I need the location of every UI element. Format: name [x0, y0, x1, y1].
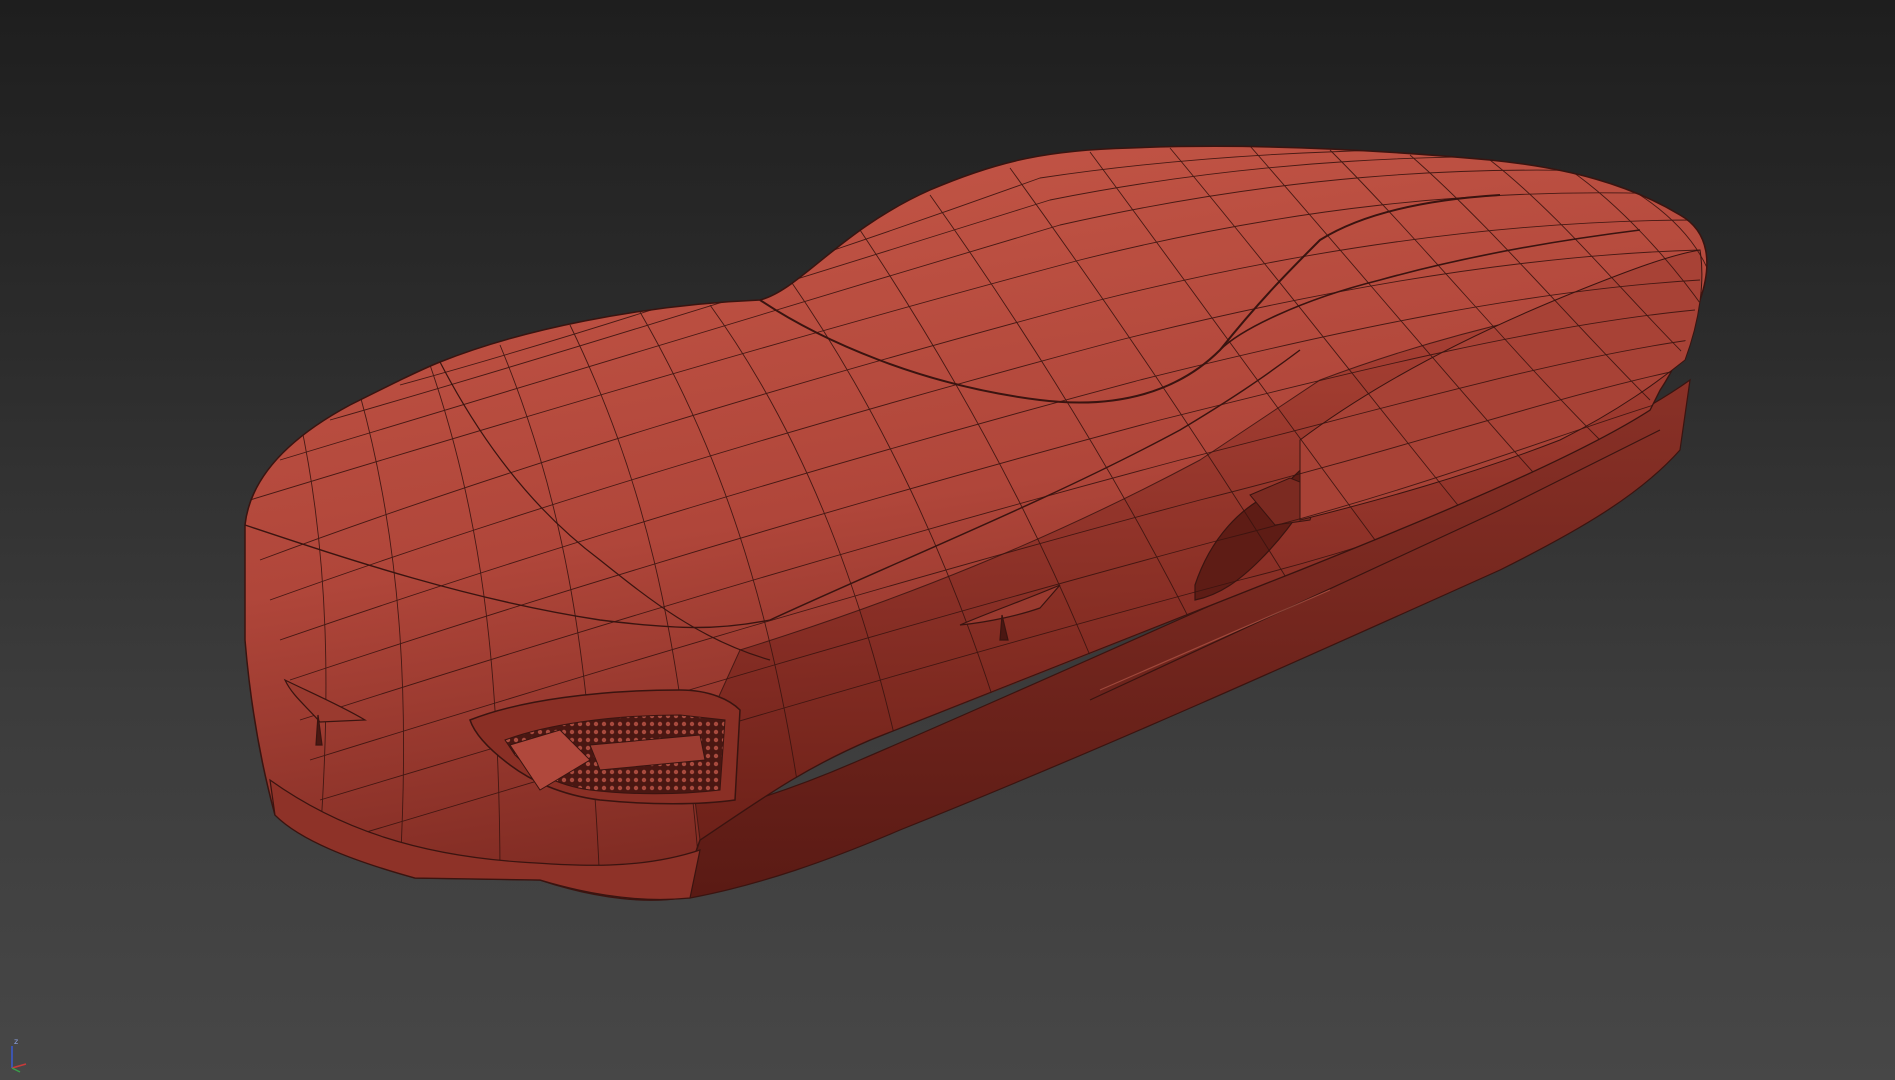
axis-tripod-icon: z: [11, 1037, 27, 1073]
car-model-wireframe[interactable]: [0, 0, 1895, 1080]
viewport-3d[interactable]: z: [0, 0, 1895, 1080]
axis-z-label: z: [14, 1037, 18, 1046]
